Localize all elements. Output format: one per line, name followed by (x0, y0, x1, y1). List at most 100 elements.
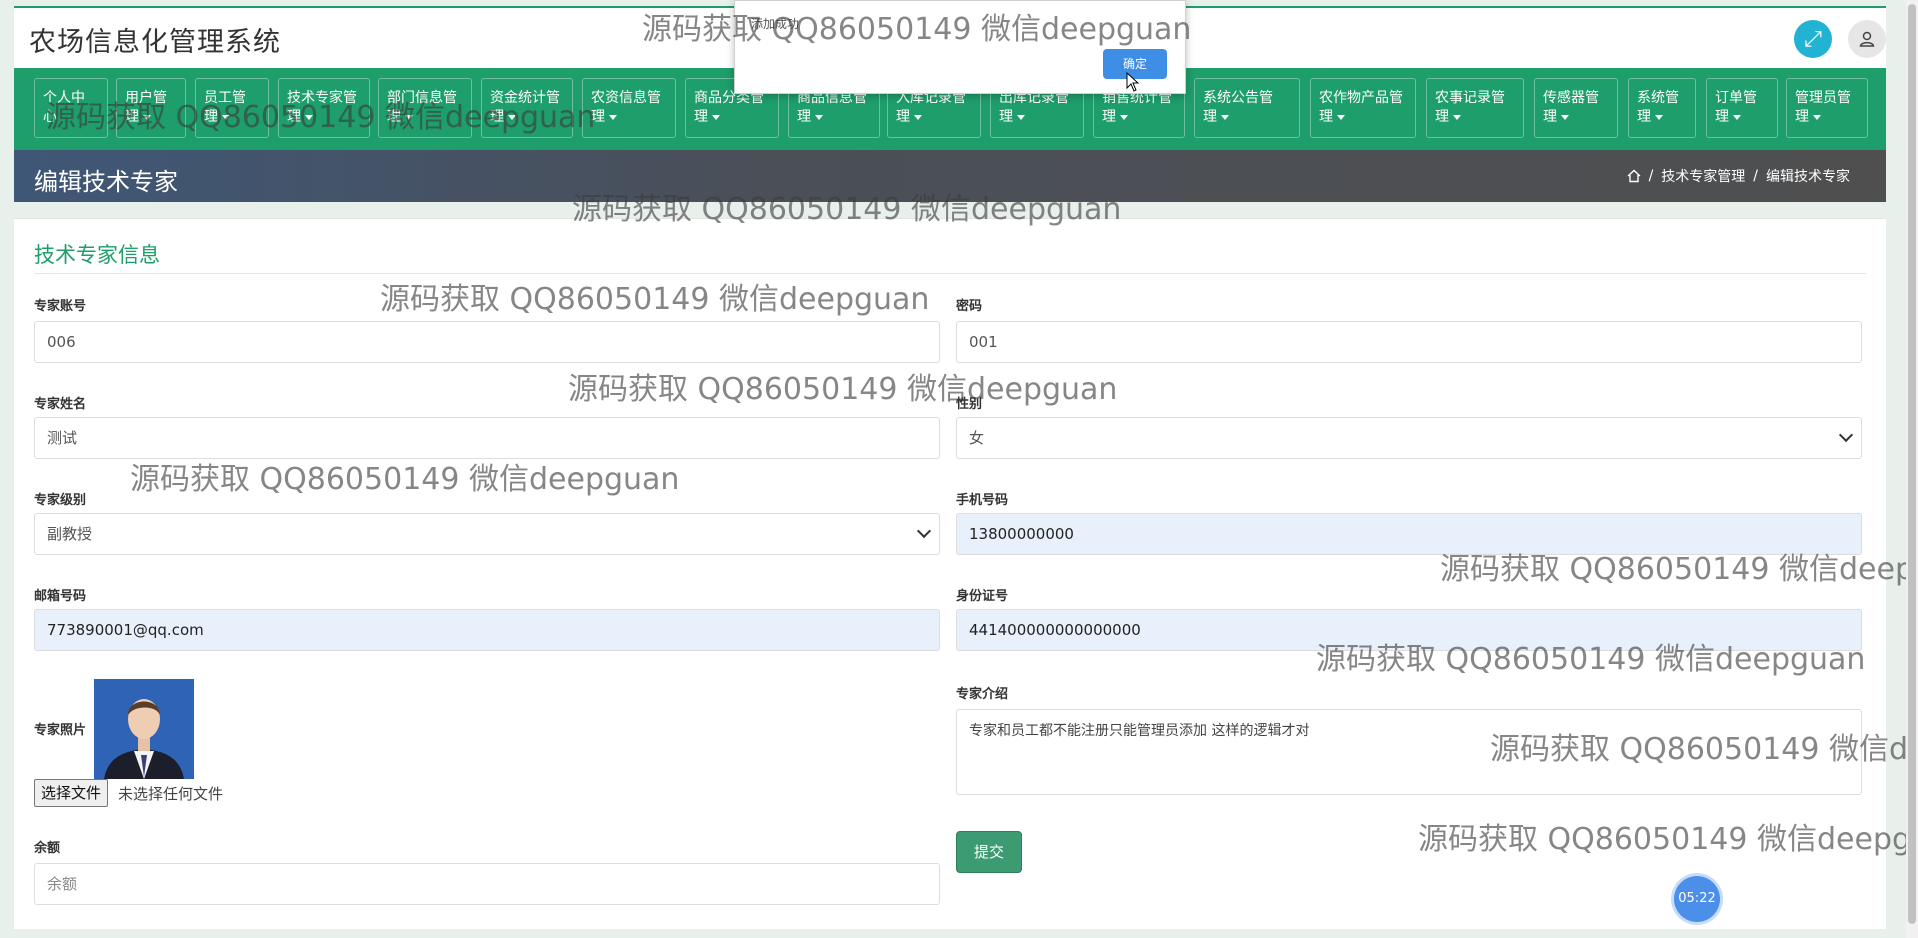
idcard-label: 身份证号 (956, 589, 1009, 604)
nav-item[interactable]: 传感器管理 (1534, 78, 1618, 138)
phone-label: 手机号码 (956, 493, 1009, 508)
nav-item[interactable]: 员工管理 (195, 78, 269, 138)
caret-down-icon (914, 114, 922, 120)
caret-down-icon (1017, 114, 1025, 120)
file-status: 未选择任何文件 (118, 785, 224, 803)
level-select[interactable]: 副教授 (34, 513, 940, 555)
nav-item-label: 理 (1102, 108, 1176, 127)
intro-label: 专家介绍 (956, 687, 1009, 702)
nav-item-label-line2: 理 (1715, 109, 1729, 125)
balance-input[interactable]: 余额 (34, 863, 940, 905)
page-scrollbar[interactable] (1906, 0, 1918, 938)
nav-item-label-line2: 理 (125, 109, 139, 125)
nav-item-label: 理 (1715, 108, 1769, 127)
nav-item-label: 理 (1435, 108, 1515, 127)
nav-item-label: 心 (43, 108, 99, 127)
portrait-image (94, 679, 194, 779)
caret-down-icon (815, 114, 823, 120)
expert-photo (94, 679, 194, 779)
nav-item-label-line2: 理 (694, 109, 708, 125)
nav-item[interactable]: 农事记录管理 (1426, 78, 1524, 138)
nav-item-label: 农资信息管 (591, 90, 661, 106)
timer-badge[interactable]: 05:22 (1674, 876, 1720, 922)
breadcrumb: / 技术专家管理 / 编辑技术专家 (1627, 166, 1850, 186)
nav-item[interactable]: 管理员管理 (1786, 78, 1868, 138)
nav-item-label: 理 (1319, 108, 1407, 127)
submit-button[interactable]: 提交 (956, 831, 1022, 873)
nav-item-label: 部门信息管 (387, 90, 457, 106)
nav-item-label-line2: 理 (591, 109, 605, 125)
password-label: 密码 (956, 299, 983, 314)
breadcrumb-sep: / (1648, 168, 1654, 184)
email-input[interactable]: 773890001@qq.com (34, 609, 940, 651)
nav-item-label: 理 (999, 108, 1075, 127)
nav-item-label: 理 (1795, 108, 1859, 127)
caret-down-icon (1813, 114, 1821, 120)
nav-item-label: 管理员管 (1795, 90, 1851, 106)
nav-item-label: 理 (287, 108, 361, 127)
scroll-thumb[interactable] (1908, 4, 1916, 924)
name-input[interactable]: 测试 (34, 417, 940, 459)
nav-item-label-line2: 理 (387, 109, 401, 125)
chevron-down-icon (916, 523, 932, 539)
intro-textarea[interactable]: 专家和员工都不能注册只能管理员添加 这样的逻辑才对 (956, 709, 1862, 795)
nav-item-label: 农事记录管 (1435, 90, 1505, 106)
page-title: 编辑技术专家 (34, 168, 178, 196)
nav-item[interactable]: 订单管理 (1706, 78, 1778, 138)
nav-item[interactable]: 农作物产品管理 (1310, 78, 1416, 138)
nav-item-label-line2: 理 (999, 109, 1013, 125)
fullscreen-icon[interactable]: ⤢ (1794, 20, 1832, 58)
account-input[interactable]: 006 (34, 321, 940, 363)
idcard-input[interactable]: 441400000000000000 (956, 609, 1862, 651)
form-card: 技术专家信息 专家账号 006 密码 001 专家姓名 测试 性别 女 专家级别… (14, 218, 1886, 929)
name-label: 专家姓名 (34, 397, 87, 412)
level-label: 专家级别 (34, 493, 87, 508)
nav-item-label-line2: 理 (1102, 109, 1116, 125)
nav-item-label: 传感器管 (1543, 90, 1599, 106)
email-label: 邮箱号码 (34, 589, 87, 604)
alert-dialog: 添加成功 确定 (734, 0, 1186, 94)
nav-item-label: 理 (125, 108, 177, 127)
nav-item-label-line2: 理 (1435, 109, 1449, 125)
page-header: 编辑技术专家 / 技术专家管理 / 编辑技术专家 (14, 150, 1886, 202)
nav-item[interactable]: 系统公告管理 (1194, 78, 1300, 138)
nav-item[interactable]: 系统管理 (1628, 78, 1696, 138)
nav-item-label: 理 (1637, 108, 1687, 127)
nav-item[interactable]: 技术专家管理 (278, 78, 370, 138)
nav-item-label: 订单管 (1715, 90, 1757, 106)
caret-down-icon (1453, 114, 1461, 120)
nav-item-label-line2: 心 (43, 109, 57, 125)
choose-file-button[interactable]: 选择文件 (34, 779, 109, 807)
nav-item[interactable]: 部门信息管理 (378, 78, 472, 138)
nav-item-label-line2: 理 (1637, 109, 1651, 125)
level-selected: 副教授 (47, 525, 93, 543)
nav-item-label: 理 (490, 108, 564, 127)
caret-down-icon (405, 114, 413, 120)
nav-item[interactable]: 资金统计管理 (481, 78, 573, 138)
password-input[interactable]: 001 (956, 321, 1862, 363)
divider (34, 273, 1866, 274)
nav-item-label-line2: 理 (204, 109, 218, 125)
nav-item-label: 理 (896, 108, 972, 127)
section-title: 技术专家信息 (34, 243, 160, 267)
caret-down-icon (1337, 114, 1345, 120)
caret-down-icon (609, 114, 617, 120)
nav-item-label-line2: 理 (287, 109, 301, 125)
nav-item[interactable]: 用户管理 (116, 78, 186, 138)
breadcrumb-current: 编辑技术专家 (1766, 169, 1850, 185)
nav-item-label: 技术专家管 (287, 90, 357, 106)
nav-item-label-line2: 理 (1543, 109, 1557, 125)
nav-item-label: 理 (591, 108, 667, 127)
breadcrumb-link[interactable]: 技术专家管理 (1661, 166, 1745, 186)
user-icon[interactable] (1848, 20, 1886, 58)
chevron-down-icon (1838, 427, 1854, 443)
caret-down-icon (1120, 114, 1128, 120)
caret-down-icon (222, 114, 230, 120)
breadcrumb-sep: / (1753, 168, 1758, 184)
phone-input[interactable]: 13800000000 (956, 513, 1862, 555)
top-actions: ⤢ (1794, 20, 1886, 58)
gender-select[interactable]: 女 (956, 417, 1862, 459)
nav-item[interactable]: 农资信息管理 (582, 78, 676, 138)
home-icon[interactable] (1627, 169, 1641, 183)
nav-item[interactable]: 个人中心 (34, 78, 108, 138)
